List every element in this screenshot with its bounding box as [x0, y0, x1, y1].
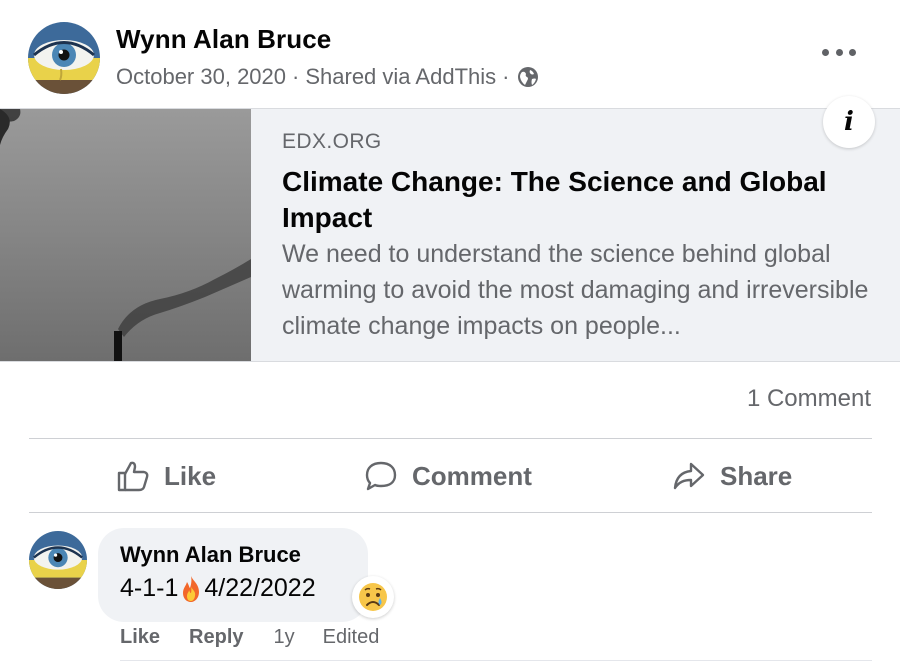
- link-title[interactable]: Climate Change: The Science and Global I…: [282, 164, 882, 236]
- link-domain: EDX.ORG: [282, 130, 382, 153]
- like-label: Like: [164, 460, 217, 491]
- share-arrow-icon: [673, 462, 705, 490]
- comment-text-part: 4-1-1: [120, 574, 179, 602]
- post-author-name[interactable]: Wynn Alan Bruce: [116, 24, 331, 55]
- like-button[interactable]: Like: [116, 444, 216, 508]
- shared-via-text: Shared via AddThis: [305, 64, 497, 89]
- share-button[interactable]: Share: [672, 444, 792, 508]
- fire-emoji-icon: [179, 575, 203, 603]
- info-icon[interactable]: i: [823, 96, 875, 148]
- author-avatar[interactable]: [28, 22, 100, 94]
- link-description: We need to understand the science behind…: [282, 240, 869, 340]
- comment-button[interactable]: Comment: [364, 444, 532, 508]
- sad-reaction-icon[interactable]: [352, 576, 394, 618]
- speech-bubble-icon: [365, 461, 397, 491]
- more-options-button[interactable]: [822, 42, 856, 62]
- post-card: Wynn Alan Bruce October 30, 2020 · Share…: [0, 0, 900, 662]
- link-thumbnail[interactable]: [0, 109, 251, 361]
- comment-actions: Like Reply 1y Edited: [120, 626, 379, 649]
- comment-text-part: 4/22/2022: [204, 574, 316, 602]
- post-date[interactable]: October 30, 2020: [116, 64, 286, 90]
- divider: [120, 660, 872, 661]
- comment-timestamp[interactable]: 1y: [274, 626, 295, 649]
- comment-like-button[interactable]: Like: [120, 626, 160, 649]
- commenter-name[interactable]: Wynn Alan Bruce: [120, 542, 301, 568]
- comment-count[interactable]: 1 Comment: [747, 385, 871, 413]
- comment-label: Comment: [412, 460, 532, 491]
- dot: [849, 48, 856, 56]
- meta-separator: ·: [502, 64, 510, 89]
- comment-text: 4-1-1 4/22/2022: [120, 574, 316, 603]
- commenter-avatar[interactable]: [29, 531, 87, 589]
- share-label: Share: [720, 460, 793, 491]
- meta-separator: ·: [292, 64, 300, 89]
- comment-edited-label[interactable]: Edited: [323, 626, 380, 649]
- dot: [835, 48, 843, 56]
- divider: [29, 512, 872, 513]
- globe-icon[interactable]: [517, 66, 539, 88]
- post-meta: October 30, 2020 · Shared via AddThis ·: [116, 64, 539, 90]
- comment-reply-button[interactable]: Reply: [189, 626, 243, 649]
- dot: [822, 48, 829, 56]
- thumbs-up-icon: [117, 461, 149, 492]
- divider: [29, 438, 872, 439]
- link-preview[interactable]: EDX.ORG Climate Change: The Science and …: [0, 108, 900, 362]
